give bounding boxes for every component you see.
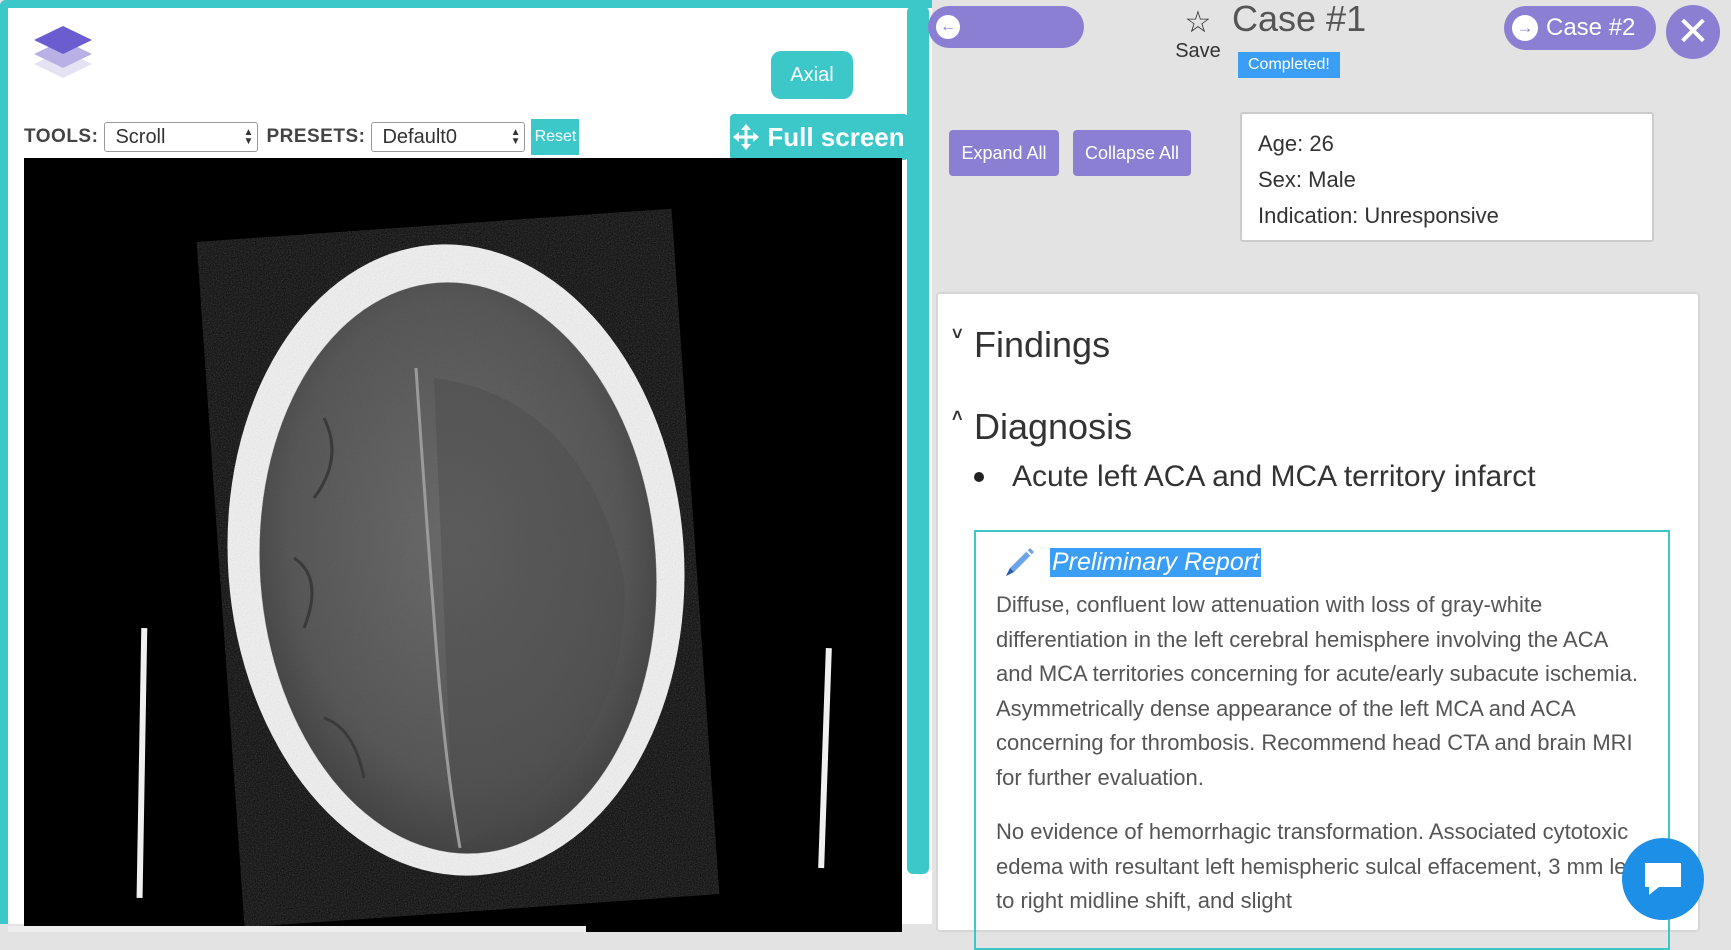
save-button[interactable]: ☆ Save <box>1158 6 1238 63</box>
presets-select-value: Default0 <box>382 125 457 148</box>
preliminary-report-header: Preliminary Report <box>1000 544 1648 580</box>
horizontal-scrollbar[interactable] <box>8 926 586 932</box>
patient-indication: Indication: Unresponsive <box>1258 203 1499 228</box>
expand-all-button[interactable]: Expand All <box>949 130 1059 176</box>
preliminary-report-paragraph: No evidence of hemorrhagic transformatio… <box>996 819 1639 913</box>
pencil-icon <box>1006 548 1034 576</box>
brain-ct-scan-image <box>136 244 832 899</box>
collapse-all-button[interactable]: Collapse All <box>1073 130 1191 176</box>
findings-section-toggle[interactable]: ˅ Findings <box>952 324 1110 366</box>
status-badge: Completed! <box>1238 52 1340 78</box>
report-panel: ˅ Findings ˄ Diagnosis Acute left ACA an… <box>936 292 1700 950</box>
presets-select[interactable]: Default0 ▲ ▼ <box>371 122 526 152</box>
image-viewer-panel: Axial TOOLS: Scroll ▲ ▼ PRESETS: Default0… <box>0 0 932 932</box>
tools-label: TOOLS: <box>24 126 99 147</box>
save-label: Save <box>1175 40 1221 62</box>
full-screen-button[interactable]: Full screen <box>730 114 908 160</box>
chevron-up-icon: ˄ <box>952 406 963 426</box>
chevron-down-icon: ˅ <box>952 324 963 344</box>
close-icon[interactable]: ✕ <box>1666 5 1720 59</box>
chat-icon <box>1645 863 1681 895</box>
diagnosis-section-toggle[interactable]: ˄ Diagnosis <box>952 406 1132 448</box>
chat-bubble-icon[interactable] <box>1622 838 1704 920</box>
move-arrows-icon <box>733 124 760 150</box>
diagnosis-item-text: Acute left ACA and MCA territory infarct <box>1012 460 1536 493</box>
viewer-toolbar: TOOLS: Scroll ▲ ▼ PRESETS: Default0 ▲ ▼ Re… <box>24 119 580 155</box>
patient-info-box: Age: 26 Sex: Male Indication: Unresponsi… <box>1240 112 1654 242</box>
tools-select-value: Scroll <box>115 125 166 148</box>
next-case-button[interactable]: → Case #2 <box>1504 6 1656 50</box>
findings-title: Findings <box>974 324 1111 365</box>
bullet-icon <box>974 472 984 482</box>
preliminary-report-box: Preliminary Report Diffuse, confluent lo… <box>974 530 1670 950</box>
ct-image-canvas[interactable] <box>24 158 902 932</box>
star-outline-icon: ☆ <box>1184 6 1212 39</box>
app-logo-icon[interactable] <box>30 22 96 88</box>
tools-select[interactable]: Scroll ▲ ▼ <box>104 122 259 152</box>
diagnosis-title: Diagnosis <box>974 406 1133 447</box>
preliminary-report-title: Preliminary Report <box>1050 547 1262 577</box>
previous-case-button[interactable]: ← <box>928 6 1084 48</box>
view-axial-button[interactable]: Axial <box>771 51 853 99</box>
case-title: Case #1 <box>1232 0 1367 39</box>
select-arrows-icon: ▲ ▼ <box>510 127 521 147</box>
viewer-scrollbar[interactable] <box>907 6 929 874</box>
presets-label: PRESETS: <box>266 126 366 147</box>
list-item: Acute left ACA and MCA territory infarct <box>974 460 1536 494</box>
full-screen-label: Full screen <box>767 121 905 152</box>
patient-sex: Sex: Male <box>1258 167 1356 192</box>
select-arrows-icon: ▲ ▼ <box>243 127 254 147</box>
reset-button[interactable]: Reset <box>531 119 580 155</box>
arrow-left-circle-icon: ← <box>936 15 960 39</box>
diagnosis-list: Acute left ACA and MCA territory infarct <box>974 460 1536 494</box>
next-case-label: Case #2 <box>1546 14 1636 41</box>
patient-age: Age: 26 <box>1258 131 1334 156</box>
arrow-right-circle-icon: → <box>1512 15 1538 41</box>
preliminary-report-paragraph: Diffuse, confluent low attenuation with … <box>996 592 1638 790</box>
